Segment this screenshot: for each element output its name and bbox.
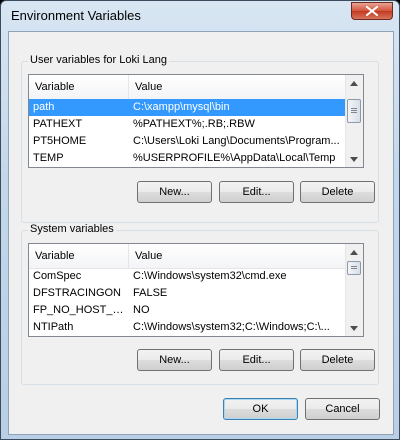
value-cell: C:\Windows\system32;C:\Windows;C:\... xyxy=(133,321,330,333)
arrow-down-icon xyxy=(350,156,358,162)
ok-button[interactable]: OK xyxy=(223,398,298,420)
list-body: ComSpec C:\Windows\system32\cmd.exe DFST… xyxy=(29,268,347,336)
list-body: path C:\xampp\mysql\bin PATHEXT %PATHEXT… xyxy=(29,99,347,167)
list-header: Variable Value xyxy=(29,244,363,269)
cancel-button[interactable]: Cancel xyxy=(305,398,380,420)
list-header: Variable Value xyxy=(29,75,363,100)
table-row[interactable]: TEMP %USERPROFILE%\AppData\Local\Temp xyxy=(29,150,347,167)
value-cell: C:\Windows\system32\cmd.exe xyxy=(133,270,287,282)
value-cell: FALSE xyxy=(133,287,168,299)
vertical-scrollbar[interactable] xyxy=(345,244,363,336)
arrow-down-icon xyxy=(350,325,358,331)
system-variables-label: System variables xyxy=(28,223,116,235)
scroll-down-button[interactable] xyxy=(346,151,362,167)
scroll-up-button[interactable] xyxy=(346,75,362,91)
user-variables-group: User variables for Loki Lang Variable Va… xyxy=(21,54,379,223)
dialog-client-area: User variables for Loki Lang Variable Va… xyxy=(8,31,394,435)
table-row[interactable]: PATHEXT %PATHEXT%;.RB;.RBW xyxy=(29,116,347,133)
close-button[interactable] xyxy=(351,2,393,20)
variable-cell: NTIPath xyxy=(33,321,74,333)
value-cell: C:\Users\Loki Lang\Documents\Program... xyxy=(133,135,340,147)
variable-cell: PT5HOME xyxy=(33,135,87,147)
user-delete-button[interactable]: Delete xyxy=(300,181,375,203)
value-cell: %USERPROFILE%\AppData\Local\Temp xyxy=(133,152,336,164)
table-row[interactable]: ComSpec C:\Windows\system32\cmd.exe xyxy=(29,268,347,285)
variable-cell: TEMP xyxy=(33,152,64,164)
value-cell: C:\xampp\mysql\bin xyxy=(133,101,230,113)
column-header-value[interactable]: Value xyxy=(129,75,347,99)
user-edit-button[interactable]: Edit... xyxy=(219,181,294,203)
system-variables-list[interactable]: Variable Value ComSpec C:\Windows\system… xyxy=(28,243,364,337)
table-row[interactable]: FP_NO_HOST_C... NO xyxy=(29,302,347,319)
table-row[interactable]: path C:\xampp\mysql\bin xyxy=(29,99,347,116)
system-delete-button[interactable]: Delete xyxy=(300,349,375,371)
variable-cell: ComSpec xyxy=(33,270,82,282)
window-title: Environment Variables xyxy=(11,8,141,23)
system-new-button[interactable]: New... xyxy=(137,349,212,371)
user-new-button[interactable]: New... xyxy=(137,181,212,203)
column-header-variable[interactable]: Variable xyxy=(29,75,129,99)
variable-cell: path xyxy=(33,101,55,113)
variable-cell: DFSTRACINGON xyxy=(33,287,121,299)
title-bar[interactable]: Environment Variables xyxy=(1,1,399,31)
variable-cell: FP_NO_HOST_C... xyxy=(33,304,127,316)
table-row[interactable]: DFSTRACINGON FALSE xyxy=(29,285,347,302)
arrow-up-icon xyxy=(350,249,358,255)
scroll-thumb[interactable] xyxy=(347,99,361,123)
user-variables-list[interactable]: Variable Value path C:\xampp\mysql\bin P… xyxy=(28,74,364,168)
variable-cell: PATHEXT xyxy=(33,118,83,130)
table-row[interactable]: PT5HOME C:\Users\Loki Lang\Documents\Pro… xyxy=(29,133,347,150)
system-variables-group: System variables Variable Value ComSpec … xyxy=(21,223,379,385)
value-cell: NO xyxy=(133,304,150,316)
arrow-up-icon xyxy=(350,80,358,86)
scroll-down-button[interactable] xyxy=(346,320,362,336)
user-variables-label: User variables for Loki Lang xyxy=(28,54,169,66)
scroll-up-button[interactable] xyxy=(346,244,362,260)
table-row[interactable]: NTIPath C:\Windows\system32;C:\Windows;C… xyxy=(29,319,347,336)
system-edit-button[interactable]: Edit... xyxy=(219,349,294,371)
scroll-thumb[interactable] xyxy=(347,261,361,275)
value-cell: %PATHEXT%;.RB;.RBW xyxy=(133,118,255,130)
close-icon xyxy=(366,6,378,16)
environment-variables-window: Environment Variables User variables for… xyxy=(0,0,400,440)
vertical-scrollbar[interactable] xyxy=(345,75,363,167)
column-header-variable[interactable]: Variable xyxy=(29,244,129,268)
column-header-value[interactable]: Value xyxy=(129,244,347,268)
